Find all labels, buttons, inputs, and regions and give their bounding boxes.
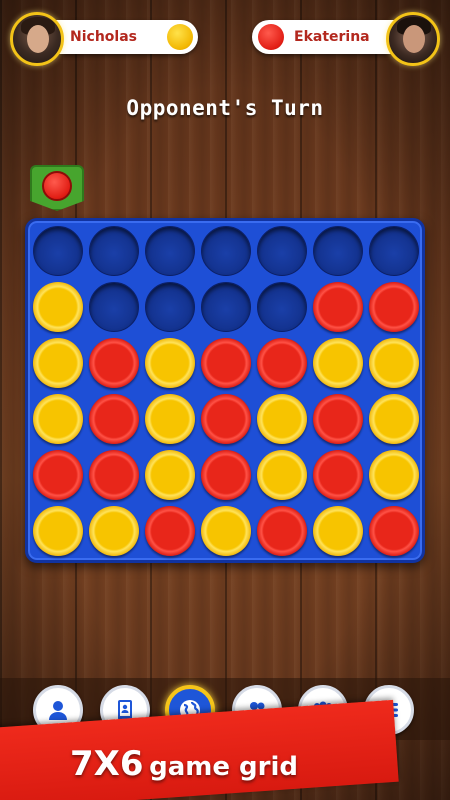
yellow-chip bbox=[257, 450, 307, 500]
red-chip bbox=[313, 282, 363, 332]
yellow-chip bbox=[313, 506, 363, 556]
empty-slot[interactable] bbox=[89, 282, 139, 332]
red-chip bbox=[89, 338, 139, 388]
red-chip bbox=[369, 506, 419, 556]
turn-status-label: Opponent's Turn bbox=[126, 96, 324, 120]
red-chip bbox=[201, 450, 251, 500]
red-chip bbox=[257, 338, 307, 388]
empty-slot[interactable] bbox=[369, 226, 419, 276]
yellow-chip bbox=[145, 338, 195, 388]
red-chip bbox=[145, 506, 195, 556]
player-chip-yellow-icon bbox=[167, 24, 193, 50]
grid-caption-text: game grid bbox=[149, 752, 298, 782]
empty-slot[interactable] bbox=[201, 226, 251, 276]
red-chip bbox=[201, 338, 251, 388]
drop-column-marker[interactable] bbox=[30, 165, 84, 211]
player-avatar-right[interactable] bbox=[386, 12, 440, 66]
yellow-chip bbox=[369, 450, 419, 500]
red-chip bbox=[257, 506, 307, 556]
yellow-chip bbox=[257, 394, 307, 444]
player-name-right: Ekaterina bbox=[294, 29, 370, 45]
empty-slot[interactable] bbox=[33, 226, 83, 276]
red-chip bbox=[89, 450, 139, 500]
yellow-chip bbox=[33, 282, 83, 332]
yellow-chip bbox=[145, 394, 195, 444]
empty-slot[interactable] bbox=[89, 226, 139, 276]
yellow-chip bbox=[145, 450, 195, 500]
yellow-chip bbox=[201, 506, 251, 556]
empty-slot[interactable] bbox=[145, 226, 195, 276]
yellow-chip bbox=[33, 394, 83, 444]
player-chip-red-icon bbox=[258, 24, 284, 50]
player-avatar-left[interactable] bbox=[10, 12, 64, 66]
profile-icon bbox=[49, 701, 67, 720]
empty-slot[interactable] bbox=[201, 282, 251, 332]
empty-slot[interactable] bbox=[145, 282, 195, 332]
avatar-face bbox=[27, 25, 49, 53]
game-board[interactable] bbox=[25, 218, 425, 563]
promo-banner-text: 7X6 game grid bbox=[70, 744, 298, 784]
yellow-chip bbox=[33, 506, 83, 556]
yellow-chip bbox=[33, 338, 83, 388]
red-chip bbox=[89, 394, 139, 444]
empty-slot[interactable] bbox=[313, 226, 363, 276]
yellow-chip bbox=[369, 394, 419, 444]
player-name-left: Nicholas bbox=[70, 29, 137, 45]
red-chip bbox=[313, 394, 363, 444]
empty-slot[interactable] bbox=[257, 282, 307, 332]
red-chip-icon bbox=[42, 171, 72, 201]
avatar-face bbox=[403, 25, 425, 53]
red-chip bbox=[313, 450, 363, 500]
yellow-chip bbox=[313, 338, 363, 388]
red-chip bbox=[369, 282, 419, 332]
yellow-chip bbox=[89, 506, 139, 556]
grid-size-text: 7X6 bbox=[70, 744, 144, 784]
red-chip bbox=[201, 394, 251, 444]
empty-slot[interactable] bbox=[257, 226, 307, 276]
yellow-chip bbox=[369, 338, 419, 388]
red-chip bbox=[33, 450, 83, 500]
